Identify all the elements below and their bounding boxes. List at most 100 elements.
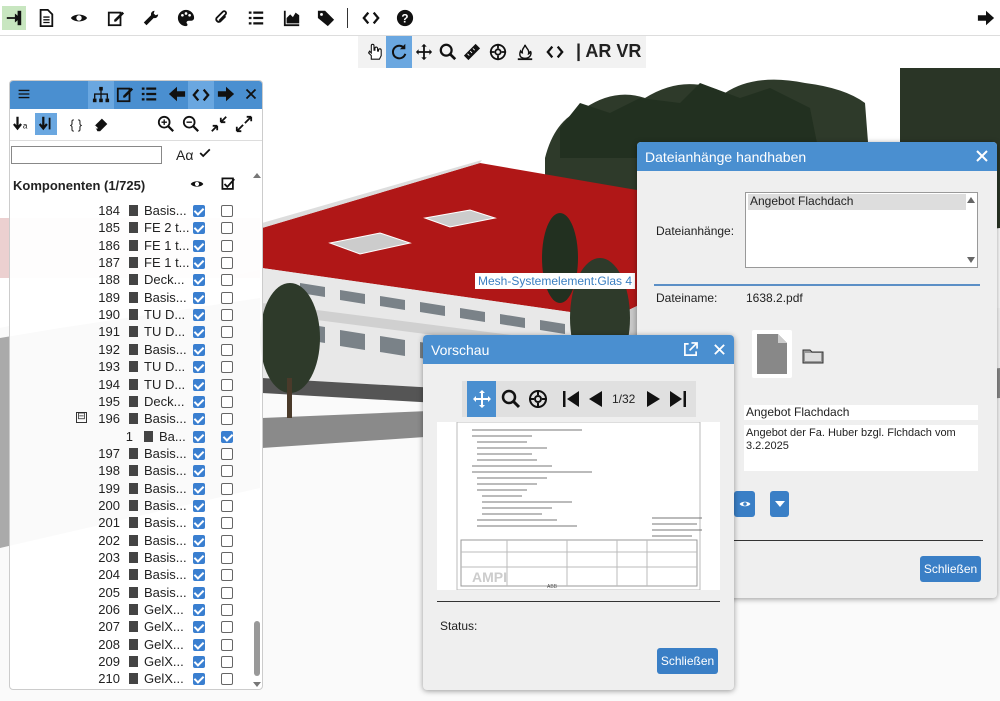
- visibility-checkbox[interactable]: [193, 222, 205, 235]
- code-icon[interactable]: [188, 81, 214, 109]
- edit-icon[interactable]: [114, 83, 136, 105]
- list-item[interactable]: 201 Basis...: [10, 514, 246, 531]
- visibility-checkbox[interactable]: [193, 638, 205, 651]
- visibility-checkbox[interactable]: [193, 586, 205, 599]
- select-checkbox[interactable]: [221, 534, 233, 547]
- select-checkbox[interactable]: [221, 517, 233, 530]
- scrollbar-thumb[interactable]: [254, 621, 260, 676]
- select-checkbox[interactable]: [221, 361, 233, 374]
- list-item[interactable]: 204 Basis...: [10, 566, 246, 583]
- paperclip-icon[interactable]: [209, 6, 233, 30]
- move-icon[interactable]: [412, 40, 436, 64]
- list-item[interactable]: 188 Deck...: [10, 271, 246, 288]
- list-item[interactable]: 190 TU D...: [10, 306, 246, 323]
- select-checkbox[interactable]: [221, 604, 233, 617]
- select-checkbox[interactable]: [221, 552, 233, 564]
- visibility-checkbox[interactable]: [193, 239, 205, 252]
- fire-icon[interactable]: [513, 40, 537, 64]
- list-item[interactable]: 206 GelX...: [10, 601, 246, 618]
- visibility-checkbox[interactable]: [193, 517, 205, 530]
- tag-icon[interactable]: [314, 6, 338, 30]
- close-icon[interactable]: [240, 83, 262, 105]
- visibility-checkbox[interactable]: [193, 552, 205, 564]
- zoom-icon[interactable]: [436, 40, 460, 64]
- collapse-icon[interactable]: [208, 113, 230, 135]
- list-item[interactable]: 199 Basis...: [10, 480, 246, 497]
- eraser-icon[interactable]: [90, 113, 112, 135]
- visibility-checkbox[interactable]: [193, 499, 205, 512]
- title-field[interactable]: Angebot Flachdach: [744, 405, 978, 420]
- visibility-checkbox[interactable]: [193, 326, 205, 339]
- first-page-icon[interactable]: [559, 387, 583, 411]
- close-button[interactable]: Schließen: [657, 648, 718, 674]
- list-item[interactable]: 184 Basis...: [10, 202, 246, 219]
- list-item[interactable]: 202 Basis...: [10, 532, 246, 549]
- arrow-right-icon[interactable]: [215, 83, 237, 105]
- sort-desc-icon[interactable]: [35, 113, 57, 135]
- select-checkbox[interactable]: [221, 465, 233, 478]
- visibility-checkbox[interactable]: [193, 291, 205, 304]
- list-item[interactable]: 205 Basis...: [10, 584, 246, 601]
- login-icon[interactable]: [2, 6, 26, 30]
- folder-icon[interactable]: [802, 346, 824, 364]
- next-page-icon[interactable]: [641, 387, 665, 411]
- arrow-right-icon[interactable]: [974, 6, 998, 30]
- select-checkbox[interactable]: [221, 482, 233, 495]
- select-checkbox[interactable]: [221, 309, 233, 322]
- visibility-checkbox[interactable]: [193, 482, 205, 495]
- select-checkbox[interactable]: [221, 447, 233, 460]
- braces-button[interactable]: { }: [64, 113, 88, 135]
- visibility-checkbox[interactable]: [193, 257, 205, 270]
- select-checkbox[interactable]: [221, 638, 233, 651]
- dropdown-button[interactable]: [770, 491, 789, 517]
- wrench-icon[interactable]: [139, 6, 163, 30]
- select-checkbox[interactable]: [221, 239, 233, 252]
- list-item[interactable]: 197 Basis...: [10, 445, 246, 462]
- close-button[interactable]: Schließen: [920, 556, 981, 582]
- sort-asc-icon[interactable]: a: [10, 113, 34, 135]
- list-item[interactable]: 186 FE 1 t...: [10, 237, 246, 254]
- close-icon[interactable]: [713, 343, 726, 356]
- edit-icon[interactable]: [104, 6, 128, 30]
- move-icon[interactable]: [467, 381, 496, 417]
- scroll-up-icon[interactable]: [967, 197, 975, 203]
- document-preview[interactable]: AMPI ABB: [437, 421, 720, 591]
- palette-icon[interactable]: [174, 6, 198, 30]
- list-item[interactable]: Angebot Flachdach: [748, 194, 966, 210]
- select-checkbox[interactable]: [221, 257, 233, 270]
- list-item[interactable]: 198 Basis...: [10, 462, 246, 479]
- select-checkbox[interactable]: [221, 656, 233, 669]
- target-icon[interactable]: [486, 40, 510, 64]
- search-input[interactable]: [11, 146, 162, 164]
- target-icon[interactable]: [526, 387, 550, 411]
- select-checkbox[interactable]: [221, 499, 233, 512]
- visibility-checkbox[interactable]: [193, 309, 205, 322]
- list-item[interactable]: 185 FE 2 t...: [10, 219, 246, 236]
- visibility-checkbox[interactable]: [193, 430, 205, 443]
- close-icon[interactable]: [975, 149, 989, 163]
- list-item[interactable]: 189 Basis...: [10, 289, 246, 306]
- list-item[interactable]: 195 Deck...: [10, 393, 246, 410]
- file-icon[interactable]: [752, 330, 792, 378]
- arrow-left-icon[interactable]: [166, 83, 188, 105]
- list-item[interactable]: 191 TU D...: [10, 323, 246, 340]
- zoom-icon[interactable]: [499, 387, 523, 411]
- eye-icon[interactable]: [67, 6, 91, 30]
- attachments-listbox[interactable]: Angebot Flachdach: [745, 192, 978, 268]
- visibility-checkbox[interactable]: [193, 447, 205, 460]
- hierarchy-icon[interactable]: [88, 81, 114, 109]
- measure-icon[interactable]: [460, 40, 484, 64]
- list-item[interactable]: 193 TU D...: [10, 358, 246, 375]
- select-checkbox[interactable]: [221, 378, 233, 391]
- zoom-out-icon[interactable]: [180, 113, 202, 135]
- select-checkbox[interactable]: [221, 274, 233, 287]
- select-all-checkbox-icon[interactable]: [221, 177, 235, 194]
- list-item[interactable]: 1 Ba...: [10, 428, 246, 445]
- list-item[interactable]: 200 Basis...: [10, 497, 246, 514]
- hand-icon[interactable]: [362, 40, 386, 64]
- visibility-checkbox[interactable]: [193, 343, 205, 356]
- visibility-checkbox[interactable]: [193, 621, 205, 634]
- list-item[interactable]: 203 Basis...: [10, 549, 246, 566]
- select-checkbox[interactable]: [221, 430, 233, 443]
- preview-eye-button[interactable]: [734, 491, 755, 517]
